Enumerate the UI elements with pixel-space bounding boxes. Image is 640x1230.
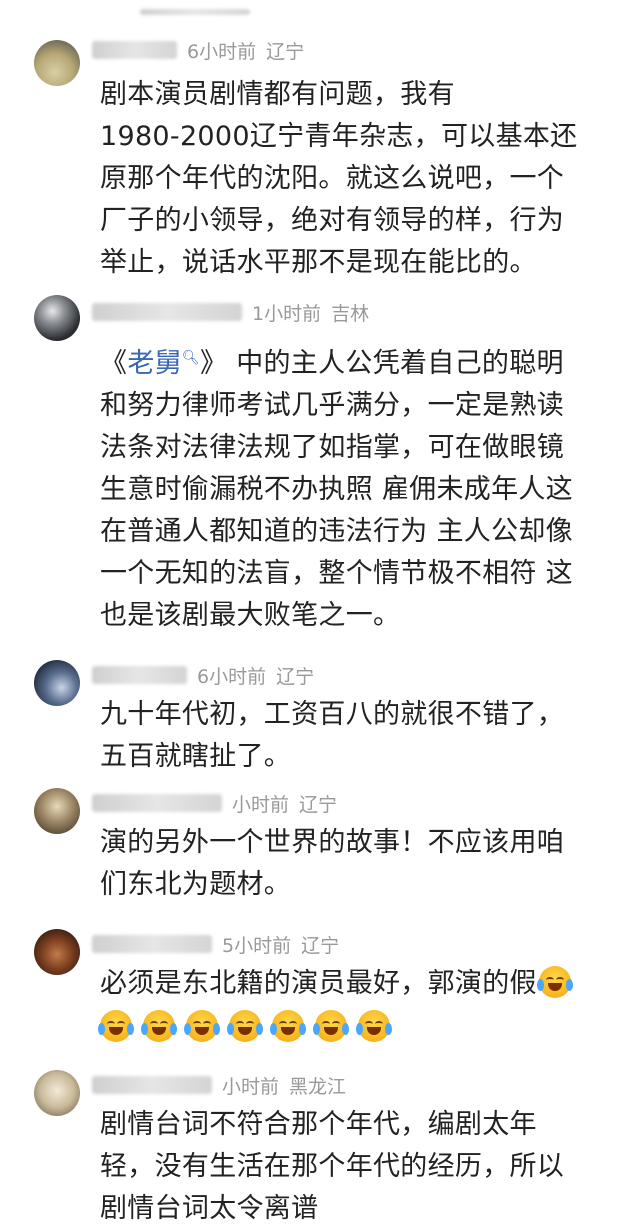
previous-content-fragment (140, 0, 250, 15)
blurred-username (92, 794, 222, 812)
comment-time: 小时前 (222, 1075, 280, 1098)
laughing-crying-emoji (270, 1010, 306, 1042)
comment-text: 必须是东北籍的演员最好，郭演的假 (98, 963, 620, 1049)
text-line: 也是该剧最大败笔之一。 (100, 600, 401, 631)
comment-region: 辽宁 (266, 40, 305, 63)
comment-time: 6小时前 (197, 665, 267, 688)
laughing-crying-emoji (313, 1010, 349, 1042)
text-line: 们东北为题材。 (100, 869, 292, 900)
comment-meta: 6小时前 辽宁 (92, 660, 314, 690)
comment-region: 辽宁 (299, 793, 338, 816)
comment-text: 《老舅🔍︎》 中的主人公凭着自己的聪明 和努力律师考试几乎满分，一定是熟读 法条… (100, 337, 600, 637)
text-line: 1980-2000辽宁青年杂志，可以基本还 (100, 121, 578, 152)
comment-text: 剧本演员剧情都有问题，我有 1980-2000辽宁青年杂志，可以基本还 原那个年… (100, 74, 600, 284)
text-line: 举止，说话水平那不是现在能比的。 (100, 247, 537, 278)
comment-region: 辽宁 (276, 665, 315, 688)
text-line: 生意时偷漏税不办执照 雇佣未成年人这 (100, 474, 573, 505)
text-line: 九十年代初，工资百八的就很不错了， (100, 699, 565, 730)
comment-time: 小时前 (232, 793, 290, 816)
text-line: 剧情台词太令离谱 (100, 1193, 319, 1224)
comment-time: 5小时前 (222, 934, 292, 957)
text-line: 在普通人都知道的违法行为 主人公却像 (100, 516, 573, 547)
comment-meta: 6小时前 辽宁 (92, 35, 304, 65)
comment-meta: 小时前 黑龙江 (92, 1070, 346, 1100)
comment-time: 1小时前 (252, 302, 322, 325)
blurred-username (92, 303, 242, 321)
text-line: 五百就瞎扯了。 (100, 741, 292, 772)
drama-link[interactable]: 老舅 (127, 348, 182, 379)
comment-text: 剧情台词不符合那个年代，编剧太年 轻，没有生活在那个年代的经历，所以 剧情台词太… (100, 1104, 600, 1230)
blurred-username (92, 935, 212, 953)
comment-time: 6小时前 (187, 40, 257, 63)
emoji-row (98, 1007, 620, 1049)
laughing-crying-emoji (227, 1010, 263, 1042)
text-line: 剧情台词不符合那个年代，编剧太年 (100, 1109, 537, 1140)
laughing-crying-emoji (184, 1010, 220, 1042)
avatar[interactable] (34, 788, 80, 834)
avatar[interactable] (34, 660, 80, 706)
avatar[interactable] (34, 1070, 80, 1116)
comment-meta: 1小时前 吉林 (92, 297, 369, 327)
text-line: 《老舅🔍︎》 中的主人公凭着自己的聪明 (100, 337, 600, 385)
avatar[interactable] (34, 40, 80, 86)
text-line-rest: 中的主人公凭着自己的聪明 (236, 348, 564, 379)
blurred-username (92, 41, 177, 59)
laughing-crying-emoji (536, 966, 573, 998)
text-line: 原那个年代的沈阳。就这么说吧，一个 (100, 163, 565, 194)
comment-text: 九十年代初，工资百八的就很不错了， 五百就瞎扯了。 (100, 694, 600, 778)
search-icon: 🔍︎ (181, 350, 200, 366)
comment-region: 吉林 (331, 302, 370, 325)
avatar[interactable] (34, 295, 80, 341)
comment-text: 演的另外一个世界的故事！不应该用咱 们东北为题材。 (100, 822, 600, 906)
avatar[interactable] (34, 929, 80, 975)
text-line: 和努力律师考试几乎满分，一定是熟读 (100, 390, 565, 421)
text-line: 法条对法律法规了如指掌，可在做眼镜 (100, 432, 565, 463)
blurred-username (92, 1076, 212, 1094)
comment-meta: 小时前 辽宁 (92, 788, 337, 818)
text-line: 剧本演员剧情都有问题，我有 (100, 79, 455, 110)
laughing-crying-emoji (141, 1010, 177, 1042)
text-line: 必须是东北籍的演员最好，郭演的假 (100, 963, 620, 1005)
comment-meta: 5小时前 辽宁 (92, 929, 339, 959)
text-line: 轻，没有生活在那个年代的经历，所以 (100, 1151, 565, 1182)
open-book-quote: 《 (100, 348, 128, 379)
comment-region: 辽宁 (301, 934, 340, 957)
close-book-quote: 》 (200, 348, 228, 379)
blurred-username (92, 666, 187, 684)
laughing-crying-emoji (98, 1010, 134, 1042)
text-line: 演的另外一个世界的故事！不应该用咱 (100, 827, 565, 858)
comment-region: 黑龙江 (289, 1075, 347, 1098)
text-line-content: 必须是东北籍的演员最好，郭演的假 (100, 968, 537, 999)
text-line: 一个无知的法盲，整个情节极不相符 这 (100, 558, 573, 589)
laughing-crying-emoji (356, 1010, 392, 1042)
text-line: 厂子的小领导，绝对有领导的样，行为 (100, 205, 565, 236)
